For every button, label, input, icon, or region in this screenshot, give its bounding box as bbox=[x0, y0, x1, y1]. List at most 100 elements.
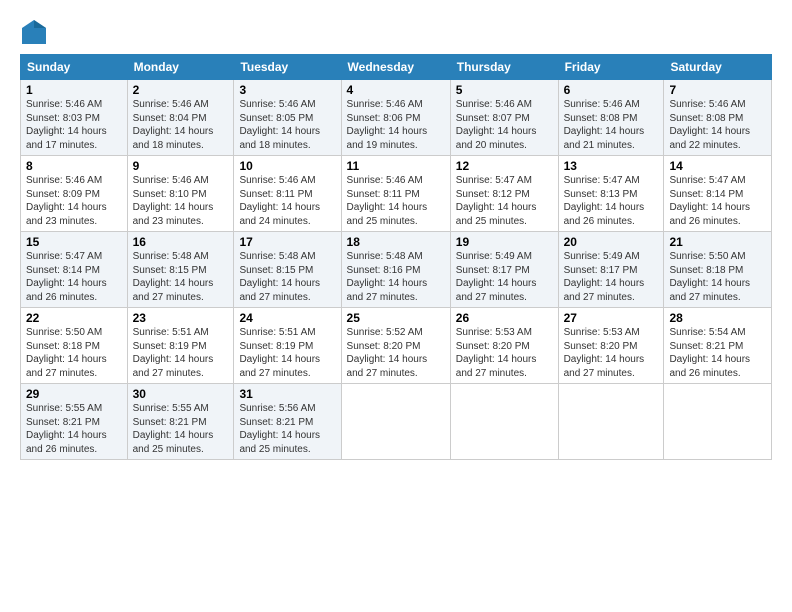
day-number: 16 bbox=[133, 235, 229, 249]
day-number: 5 bbox=[456, 83, 553, 97]
day-number: 1 bbox=[26, 83, 122, 97]
day-number: 27 bbox=[564, 311, 659, 325]
day-number: 31 bbox=[239, 387, 335, 401]
calendar-cell: 2Sunrise: 5:46 AM Sunset: 8:04 PM Daylig… bbox=[127, 80, 234, 156]
calendar-cell: 18Sunrise: 5:48 AM Sunset: 8:16 PM Dayli… bbox=[341, 232, 450, 308]
day-info: Sunrise: 5:55 AM Sunset: 8:21 PM Dayligh… bbox=[26, 402, 122, 456]
header-cell-tuesday: Tuesday bbox=[234, 55, 341, 80]
calendar-cell: 20Sunrise: 5:49 AM Sunset: 8:17 PM Dayli… bbox=[558, 232, 664, 308]
calendar-cell bbox=[450, 384, 558, 460]
calendar-cell: 27Sunrise: 5:53 AM Sunset: 8:20 PM Dayli… bbox=[558, 308, 664, 384]
calendar-cell: 1Sunrise: 5:46 AM Sunset: 8:03 PM Daylig… bbox=[21, 80, 128, 156]
calendar-cell: 23Sunrise: 5:51 AM Sunset: 8:19 PM Dayli… bbox=[127, 308, 234, 384]
day-info: Sunrise: 5:46 AM Sunset: 8:06 PM Dayligh… bbox=[347, 98, 445, 152]
week-row-1: 1Sunrise: 5:46 AM Sunset: 8:03 PM Daylig… bbox=[21, 80, 772, 156]
day-info: Sunrise: 5:48 AM Sunset: 8:15 PM Dayligh… bbox=[133, 250, 229, 304]
day-info: Sunrise: 5:51 AM Sunset: 8:19 PM Dayligh… bbox=[239, 326, 335, 380]
header-cell-thursday: Thursday bbox=[450, 55, 558, 80]
calendar-cell: 28Sunrise: 5:54 AM Sunset: 8:21 PM Dayli… bbox=[664, 308, 772, 384]
day-info: Sunrise: 5:46 AM Sunset: 8:04 PM Dayligh… bbox=[133, 98, 229, 152]
day-info: Sunrise: 5:46 AM Sunset: 8:05 PM Dayligh… bbox=[239, 98, 335, 152]
calendar-cell: 26Sunrise: 5:53 AM Sunset: 8:20 PM Dayli… bbox=[450, 308, 558, 384]
header-cell-saturday: Saturday bbox=[664, 55, 772, 80]
day-info: Sunrise: 5:48 AM Sunset: 8:16 PM Dayligh… bbox=[347, 250, 445, 304]
day-info: Sunrise: 5:56 AM Sunset: 8:21 PM Dayligh… bbox=[239, 402, 335, 456]
day-number: 26 bbox=[456, 311, 553, 325]
calendar-cell: 14Sunrise: 5:47 AM Sunset: 8:14 PM Dayli… bbox=[664, 156, 772, 232]
calendar-cell: 25Sunrise: 5:52 AM Sunset: 8:20 PM Dayli… bbox=[341, 308, 450, 384]
day-info: Sunrise: 5:47 AM Sunset: 8:12 PM Dayligh… bbox=[456, 174, 553, 228]
logo bbox=[20, 18, 52, 46]
calendar-cell: 17Sunrise: 5:48 AM Sunset: 8:15 PM Dayli… bbox=[234, 232, 341, 308]
day-number: 12 bbox=[456, 159, 553, 173]
calendar-cell bbox=[558, 384, 664, 460]
day-number: 2 bbox=[133, 83, 229, 97]
day-info: Sunrise: 5:49 AM Sunset: 8:17 PM Dayligh… bbox=[564, 250, 659, 304]
calendar-cell: 30Sunrise: 5:55 AM Sunset: 8:21 PM Dayli… bbox=[127, 384, 234, 460]
calendar-cell: 29Sunrise: 5:55 AM Sunset: 8:21 PM Dayli… bbox=[21, 384, 128, 460]
header-cell-sunday: Sunday bbox=[21, 55, 128, 80]
day-number: 13 bbox=[564, 159, 659, 173]
calendar-cell: 5Sunrise: 5:46 AM Sunset: 8:07 PM Daylig… bbox=[450, 80, 558, 156]
day-number: 30 bbox=[133, 387, 229, 401]
header-cell-friday: Friday bbox=[558, 55, 664, 80]
calendar-cell: 24Sunrise: 5:51 AM Sunset: 8:19 PM Dayli… bbox=[234, 308, 341, 384]
calendar-header: SundayMondayTuesdayWednesdayThursdayFrid… bbox=[21, 55, 772, 80]
week-row-5: 29Sunrise: 5:55 AM Sunset: 8:21 PM Dayli… bbox=[21, 384, 772, 460]
calendar-cell bbox=[664, 384, 772, 460]
day-number: 15 bbox=[26, 235, 122, 249]
day-number: 18 bbox=[347, 235, 445, 249]
header bbox=[20, 18, 772, 46]
header-cell-wednesday: Wednesday bbox=[341, 55, 450, 80]
calendar-cell: 8Sunrise: 5:46 AM Sunset: 8:09 PM Daylig… bbox=[21, 156, 128, 232]
calendar-cell: 11Sunrise: 5:46 AM Sunset: 8:11 PM Dayli… bbox=[341, 156, 450, 232]
day-info: Sunrise: 5:46 AM Sunset: 8:09 PM Dayligh… bbox=[26, 174, 122, 228]
day-number: 10 bbox=[239, 159, 335, 173]
day-number: 4 bbox=[347, 83, 445, 97]
day-number: 24 bbox=[239, 311, 335, 325]
day-info: Sunrise: 5:51 AM Sunset: 8:19 PM Dayligh… bbox=[133, 326, 229, 380]
calendar-cell bbox=[341, 384, 450, 460]
calendar-cell: 7Sunrise: 5:46 AM Sunset: 8:08 PM Daylig… bbox=[664, 80, 772, 156]
day-number: 3 bbox=[239, 83, 335, 97]
day-info: Sunrise: 5:47 AM Sunset: 8:13 PM Dayligh… bbox=[564, 174, 659, 228]
calendar-body: 1Sunrise: 5:46 AM Sunset: 8:03 PM Daylig… bbox=[21, 80, 772, 460]
day-number: 19 bbox=[456, 235, 553, 249]
week-row-3: 15Sunrise: 5:47 AM Sunset: 8:14 PM Dayli… bbox=[21, 232, 772, 308]
week-row-4: 22Sunrise: 5:50 AM Sunset: 8:18 PM Dayli… bbox=[21, 308, 772, 384]
day-number: 29 bbox=[26, 387, 122, 401]
calendar-cell: 31Sunrise: 5:56 AM Sunset: 8:21 PM Dayli… bbox=[234, 384, 341, 460]
day-number: 11 bbox=[347, 159, 445, 173]
calendar-table: SundayMondayTuesdayWednesdayThursdayFrid… bbox=[20, 54, 772, 460]
logo-icon bbox=[20, 18, 48, 46]
day-info: Sunrise: 5:54 AM Sunset: 8:21 PM Dayligh… bbox=[669, 326, 766, 380]
day-info: Sunrise: 5:53 AM Sunset: 8:20 PM Dayligh… bbox=[564, 326, 659, 380]
day-number: 21 bbox=[669, 235, 766, 249]
day-info: Sunrise: 5:50 AM Sunset: 8:18 PM Dayligh… bbox=[26, 326, 122, 380]
day-number: 14 bbox=[669, 159, 766, 173]
calendar-cell: 15Sunrise: 5:47 AM Sunset: 8:14 PM Dayli… bbox=[21, 232, 128, 308]
day-number: 23 bbox=[133, 311, 229, 325]
day-number: 28 bbox=[669, 311, 766, 325]
calendar-cell: 6Sunrise: 5:46 AM Sunset: 8:08 PM Daylig… bbox=[558, 80, 664, 156]
calendar-cell: 22Sunrise: 5:50 AM Sunset: 8:18 PM Dayli… bbox=[21, 308, 128, 384]
calendar-cell: 13Sunrise: 5:47 AM Sunset: 8:13 PM Dayli… bbox=[558, 156, 664, 232]
day-info: Sunrise: 5:48 AM Sunset: 8:15 PM Dayligh… bbox=[239, 250, 335, 304]
header-cell-monday: Monday bbox=[127, 55, 234, 80]
calendar-cell: 19Sunrise: 5:49 AM Sunset: 8:17 PM Dayli… bbox=[450, 232, 558, 308]
day-info: Sunrise: 5:55 AM Sunset: 8:21 PM Dayligh… bbox=[133, 402, 229, 456]
day-info: Sunrise: 5:46 AM Sunset: 8:07 PM Dayligh… bbox=[456, 98, 553, 152]
calendar-cell: 9Sunrise: 5:46 AM Sunset: 8:10 PM Daylig… bbox=[127, 156, 234, 232]
day-info: Sunrise: 5:46 AM Sunset: 8:08 PM Dayligh… bbox=[564, 98, 659, 152]
day-info: Sunrise: 5:46 AM Sunset: 8:11 PM Dayligh… bbox=[239, 174, 335, 228]
day-number: 25 bbox=[347, 311, 445, 325]
day-number: 6 bbox=[564, 83, 659, 97]
header-row: SundayMondayTuesdayWednesdayThursdayFrid… bbox=[21, 55, 772, 80]
page: SundayMondayTuesdayWednesdayThursdayFrid… bbox=[0, 0, 792, 470]
calendar-cell: 16Sunrise: 5:48 AM Sunset: 8:15 PM Dayli… bbox=[127, 232, 234, 308]
calendar-cell: 4Sunrise: 5:46 AM Sunset: 8:06 PM Daylig… bbox=[341, 80, 450, 156]
day-number: 20 bbox=[564, 235, 659, 249]
day-info: Sunrise: 5:46 AM Sunset: 8:08 PM Dayligh… bbox=[669, 98, 766, 152]
day-number: 7 bbox=[669, 83, 766, 97]
week-row-2: 8Sunrise: 5:46 AM Sunset: 8:09 PM Daylig… bbox=[21, 156, 772, 232]
